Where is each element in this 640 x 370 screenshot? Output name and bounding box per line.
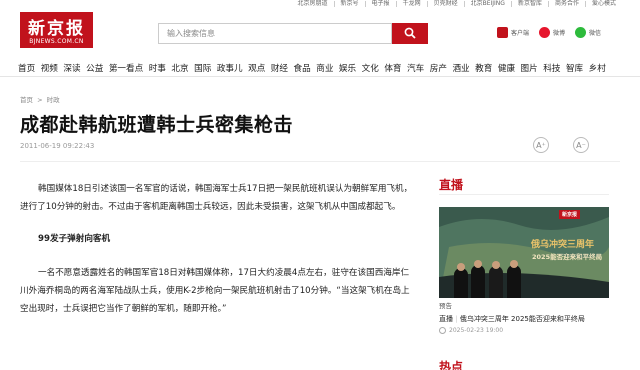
top-link[interactable]: 爱心模式 — [584, 1, 622, 7]
social-links: 客户端 微博 微信 — [497, 27, 601, 38]
guest-head — [510, 260, 518, 268]
article-paragraph-2: 一名不愿意透露姓名的韩国军官18日对韩国媒体称，17日大约凌晨4点左右，驻守在该… — [20, 268, 410, 314]
live-link-prefix: 直播 — [439, 315, 453, 323]
hot-section-title: 热点 — [439, 360, 464, 370]
search-icon — [404, 27, 416, 39]
guest-head — [492, 261, 500, 269]
header: 新京报 BJNEWS.COM.CN 客户端 微博 微信 — [0, 9, 640, 57]
top-link[interactable]: 商务合作 — [547, 1, 585, 7]
font-size-tools: A⁺ A⁻ — [533, 137, 589, 153]
nav-item[interactable]: 科技 — [543, 62, 560, 74]
top-link[interactable]: 新京智库 — [510, 1, 548, 7]
top-link[interactable]: 贝壳财经 — [426, 1, 464, 7]
top-utility-bar: 北京房朋道 新京号 电子报 千龙网 贝壳财经 北京BEIJING 新京智库 商务合作 爱心模式 — [0, 0, 640, 9]
live-preview-label: 预告 — [439, 302, 452, 310]
nav-item[interactable]: 国际 — [194, 62, 211, 74]
breadcrumb-separator: > — [37, 96, 43, 104]
nav-item[interactable]: 文化 — [362, 62, 379, 74]
nav-item[interactable]: 时事 — [149, 62, 166, 74]
guest-figure — [507, 265, 521, 298]
app-client-label: 客户端 — [511, 30, 530, 37]
nav-item[interactable]: 深读 — [63, 62, 80, 74]
guest-figure — [489, 266, 503, 298]
app-icon — [497, 27, 508, 38]
search-button[interactable] — [392, 23, 428, 44]
live-time: 2025-02-23 19:00 — [439, 327, 503, 334]
nav-item[interactable]: 酒业 — [452, 62, 469, 74]
nav-item[interactable]: 政事儿 — [217, 62, 243, 74]
nav-item[interactable]: 体育 — [384, 62, 401, 74]
nav-item[interactable]: 商业 — [316, 62, 333, 74]
live-image-headline: 俄乌冲突三周年 — [531, 240, 595, 250]
article-body: 韩国媒体18日引述该国一名军官的话说，韩国海军士兵17日把一架民航班机误认为朝鲜… — [20, 180, 414, 328]
search-input[interactable] — [158, 23, 392, 44]
top-link[interactable]: 千龙网 — [395, 1, 427, 7]
wechat-icon — [575, 27, 587, 38]
live-image-subheadline: 2025能否迎来和平终局 — [532, 253, 603, 261]
nav-item[interactable]: 教育 — [475, 62, 492, 74]
logo-domain: BJNEWS.COM.CN — [29, 38, 84, 45]
nav-item[interactable]: 房产 — [430, 62, 447, 74]
nav-item[interactable]: 视频 — [41, 62, 58, 74]
nav-item[interactable]: 观点 — [248, 62, 265, 74]
nav-item[interactable]: 第一看点 — [109, 62, 143, 74]
top-link[interactable]: 新京号 — [333, 1, 365, 7]
weibo-link[interactable]: 微博 — [539, 27, 565, 38]
article-paragraph-1: 韩国媒体18日引述该国一名军官的话说，韩国海军士兵17日把一架民航班机误认为朝鲜… — [20, 184, 413, 212]
weibo-icon — [539, 27, 551, 38]
nav-item[interactable]: 首页 — [18, 62, 35, 74]
nav-item[interactable]: 健康 — [498, 62, 515, 74]
app-client-link[interactable]: 客户端 — [497, 27, 529, 38]
nav-item[interactable]: 财经 — [271, 62, 288, 74]
breadcrumb: 首页 > 时政 — [20, 94, 60, 104]
live-time-text: 2025-02-23 19:00 — [449, 327, 504, 334]
title-divider — [20, 161, 620, 162]
nav-item[interactable]: 北京 — [171, 62, 188, 74]
article-title: 成都赴韩航班遭韩士兵密集枪击 — [20, 114, 294, 136]
guest-figure — [454, 268, 468, 298]
top-link[interactable]: 电子报 — [364, 1, 396, 7]
logo-text: 新京报 — [28, 19, 85, 39]
live-thumbnail[interactable]: 新京报 俄乌冲突三周年 2025能否迎来和平终局 — [439, 207, 609, 298]
article-date: 2011-06-19 09:22:43 — [20, 142, 95, 150]
nav-item[interactable]: 食品 — [294, 62, 311, 74]
main-nav: 首页 视频 深读 公益 第一看点 时事 北京 国际 政事儿 观点 财经 食品 商业 娱乐 文化 体育 汽车 房产酒… — [0, 57, 640, 77]
wechat-link[interactable]: 微信 — [575, 27, 601, 38]
nav-item[interactable]: 娱乐 — [339, 62, 356, 74]
clock-icon — [439, 327, 446, 334]
top-links: 北京房朋道 新京号 电子报 千龙网 贝壳财经 北京BEIJING 新京智库 商务合作 爱心模式 — [292, 1, 622, 7]
top-link[interactable]: 北京房朋道 — [292, 1, 334, 7]
search-box — [158, 23, 428, 44]
site-logo[interactable]: 新京报 BJNEWS.COM.CN — [20, 12, 93, 48]
live-link[interactable]: 直播 | 俄乌冲突三周年 2025能否迎来和平终局 — [439, 314, 585, 324]
guest-head — [474, 260, 482, 268]
font-increase-button[interactable]: A⁺ — [533, 137, 549, 153]
breadcrumb-home[interactable]: 首页 — [20, 96, 33, 104]
live-link-text: 俄乌冲突三周年 2025能否迎来和平终局 — [459, 315, 585, 323]
live-brand-badge: 新京报 — [559, 210, 581, 219]
breadcrumb-section[interactable]: 时政 — [47, 96, 60, 104]
article-subheading: 99发子弹射向客机 — [38, 234, 111, 244]
nav-item[interactable]: 公益 — [86, 62, 103, 74]
weibo-label: 微博 — [553, 30, 566, 37]
top-link[interactable]: 北京BEIJING — [463, 1, 511, 7]
nav-items: 首页 视频 深读 公益 第一看点 时事 北京 国际 政事儿 观点 财经 食品 商业 娱乐 文化 体育 汽车 房产酒… — [18, 62, 611, 74]
wechat-label: 微信 — [589, 30, 602, 37]
guest-head — [457, 263, 465, 271]
nav-item[interactable]: 汽车 — [407, 62, 424, 74]
live-section-title: 直播 — [439, 178, 464, 192]
nav-item[interactable]: 智库 — [566, 62, 583, 74]
nav-item[interactable]: 图片 — [521, 62, 538, 74]
sidebar-divider — [439, 194, 609, 195]
guest-figure — [471, 265, 485, 298]
nav-item[interactable]: 乡村 — [589, 62, 606, 74]
font-decrease-button[interactable]: A⁻ — [573, 137, 589, 153]
